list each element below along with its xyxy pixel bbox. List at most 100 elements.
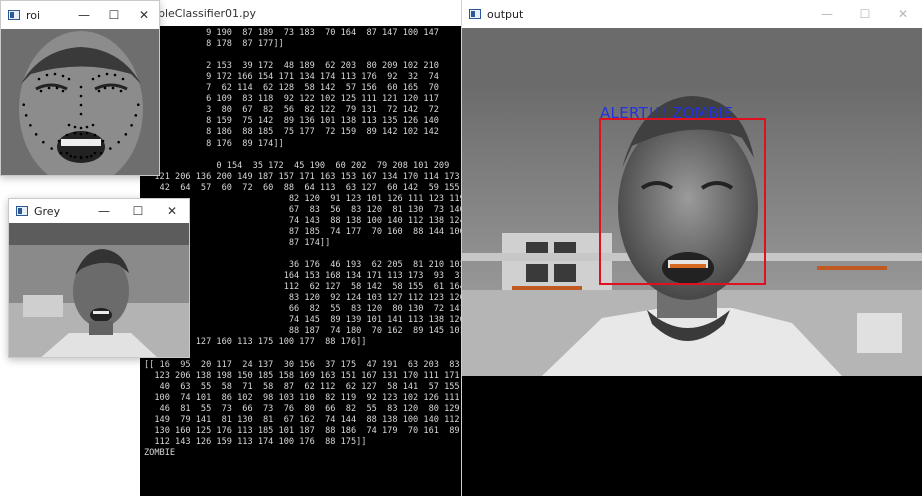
landmark-point [134, 114, 138, 117]
landmark-point [121, 77, 125, 81]
output-window-empty-area [462, 376, 922, 496]
landmark-point [24, 114, 28, 117]
console-line: 82 120 91 123 101 126 111 123 119 119 [144, 193, 462, 204]
landmark-point [130, 123, 133, 127]
landmark-point [73, 155, 77, 159]
roi-face-image [1, 29, 159, 175]
console-line: 121 206 136 200 149 187 157 171 163 153 … [154, 171, 460, 182]
minimize-button[interactable]: — [808, 0, 846, 28]
landmark-point [111, 86, 115, 90]
console-line: ZOMBIE [144, 447, 176, 458]
minimize-button[interactable]: — [87, 199, 121, 223]
grey-window: Grey — ☐ ✕ [8, 198, 190, 358]
console-line: 112 62 127 58 142 58 155 61 164 72 [144, 282, 462, 293]
window-app-icon [16, 206, 28, 216]
console-line: 74 145 89 139 101 141 113 138 126 143 [144, 315, 462, 326]
console-line: 83 120 92 124 103 127 112 123 120 119 [144, 293, 462, 304]
landmark-point [99, 151, 103, 155]
console-line: 46 81 55 73 66 73 76 80 66 82 55 83 120 … [159, 403, 460, 414]
output-title: output [487, 7, 524, 21]
maximize-button[interactable]: ☐ [121, 199, 155, 223]
landmark-point [85, 131, 89, 135]
landmark-point [37, 77, 41, 81]
landmark-point [55, 86, 59, 90]
console-line: 88 187 74 180 70 162 89 145 101 145 [144, 326, 462, 337]
console-line: 36 176 46 193 62 205 81 210 102 211 [144, 260, 462, 271]
maximize-button[interactable]: ☐ [99, 1, 129, 29]
window-app-icon [8, 10, 20, 20]
console-line: 123 206 138 198 150 185 158 169 163 151 … [154, 370, 460, 381]
close-button[interactable]: ✕ [155, 199, 189, 223]
console-line: 87 185 74 177 70 160 88 144 100 144 [144, 226, 462, 237]
landmark-point [57, 139, 61, 143]
landmark-point [89, 154, 93, 158]
landmark-point [42, 140, 45, 144]
landmark-point [65, 151, 69, 155]
face-landmarks-image [1, 29, 159, 175]
landmark-point [53, 72, 57, 76]
console-titlebar[interactable]: pleClassifier01.py [140, 0, 462, 26]
console-line: 100 74 101 86 102 98 103 110 82 119 92 1… [154, 392, 460, 403]
landmark-point [113, 73, 117, 77]
console-line: 74 143 88 138 100 140 112 138 124 142 [144, 215, 462, 226]
landmark-point [101, 139, 105, 143]
landmark-point [124, 133, 128, 136]
console-line: 164 153 168 134 171 113 173 93 31 76 [144, 271, 462, 282]
console-line: 112 143 126 159 113 174 100 176 88 175]] [144, 436, 367, 447]
landmark-point [105, 72, 109, 76]
grey-titlebar[interactable]: Grey — ☐ ✕ [9, 199, 189, 223]
console-line: 8 176 89 174]] [144, 138, 284, 149]
console-line: [[ 16 95 20 117 24 137 30 156 37 175 47 … [144, 359, 460, 370]
landmark-point [136, 103, 140, 106]
face-bounding-box [599, 118, 766, 285]
landmark-point [79, 156, 83, 160]
landmark-point [22, 103, 26, 106]
console-line: 40 63 55 58 71 58 87 62 112 62 127 58 14… [159, 381, 460, 392]
landmark-point [61, 74, 65, 78]
output-video-frame: ALERT!!! ZOMBIE [462, 28, 922, 376]
console-line: 2 153 39 172 48 189 62 203 80 209 102 21… [144, 61, 439, 72]
landmark-point [65, 133, 69, 137]
landmark-point [91, 123, 95, 127]
landmark-point [67, 77, 71, 81]
console-line: 7 62 114 62 128 58 142 57 156 60 165 70 [144, 83, 439, 94]
landmark-point [109, 147, 112, 150]
minimize-button[interactable]: — [69, 1, 99, 29]
maximize-button[interactable]: ☐ [846, 0, 884, 28]
console-line: 9 190 87 189 73 183 70 164 87 147 100 14… [144, 28, 439, 38]
console-line: 149 79 141 81 130 81 67 162 74 144 88 13… [154, 414, 460, 425]
console-line: 130 160 125 176 113 185 101 187 88 186 7… [154, 425, 460, 436]
output-window: output — ☐ ✕ ALERT!!! ZOMBIE [462, 0, 922, 496]
landmark-point [45, 73, 49, 77]
landmark-point [79, 132, 83, 136]
landmark-point [34, 133, 38, 136]
console-line: [[ 0 154 35 172 45 190 60 202 79 208 101… [144, 160, 450, 171]
landmark-point [85, 155, 89, 159]
landmark-point [79, 126, 83, 130]
console-line: 42 64 57 60 72 60 88 64 113 63 127 60 14… [159, 182, 460, 193]
landmark-point [93, 133, 97, 137]
roi-titlebar[interactable]: roi — ☐ ✕ [1, 1, 159, 29]
landmark-point [67, 123, 71, 127]
output-titlebar[interactable]: output — ☐ ✕ [462, 0, 922, 28]
landmark-point [79, 94, 83, 98]
landmark-point [79, 103, 83, 107]
close-button[interactable]: ✕ [129, 1, 159, 29]
console-line: 67 83 56 83 120 81 130 73 140 73 [144, 204, 462, 215]
landmark-point [29, 123, 32, 127]
landmark-point [47, 86, 51, 90]
console-line: 66 82 55 83 120 80 130 72 141 72 [144, 304, 462, 315]
landmark-point [59, 151, 63, 155]
console-line: 6 109 83 118 92 122 102 125 111 121 120 … [144, 94, 439, 105]
landmark-point [91, 77, 95, 81]
console-line: 9 172 166 154 171 134 174 113 176 92 32 … [144, 72, 439, 83]
landmark-point [119, 89, 123, 93]
landmark-point [97, 89, 101, 93]
grey-video-frame [9, 223, 189, 357]
roi-window: roi — ☐ ✕ [0, 0, 160, 176]
landmark-point [39, 89, 43, 93]
landmark-point [85, 125, 89, 129]
close-button[interactable]: ✕ [884, 0, 922, 28]
landmark-point [97, 74, 101, 78]
console-line: 3 80 67 82 56 82 122 79 131 72 142 72 [144, 105, 439, 116]
